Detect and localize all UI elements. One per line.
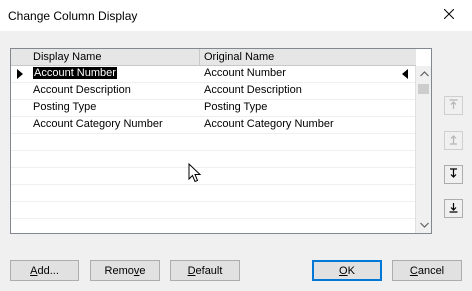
empty-row [11, 134, 416, 151]
ok-button-label-post: K [347, 264, 355, 277]
empty-row [11, 168, 416, 185]
empty-row [11, 151, 416, 168]
ok-button-mnemonic: O [339, 264, 348, 277]
move-up-icon [449, 134, 458, 148]
table-row[interactable]: Account Description Account Description [11, 83, 416, 100]
move-to-bottom-button[interactable] [444, 199, 463, 218]
move-down-button[interactable] [444, 165, 463, 184]
table-row[interactable]: Posting Type Posting Type [11, 100, 416, 117]
display-name-cell[interactable]: Account Category Number [33, 118, 163, 130]
empty-row [11, 202, 416, 219]
default-button-mnemonic: D [187, 264, 196, 277]
ok-button[interactable]: OK [312, 260, 382, 281]
scroll-up-button[interactable] [419, 69, 429, 79]
default-button[interactable]: Default [170, 260, 240, 281]
remove-button-label-post: e [139, 264, 146, 277]
column-grid[interactable]: Display Name Original Name Account Numbe… [10, 48, 432, 234]
remove-button-label-pre: Remo [104, 264, 134, 277]
add-button[interactable]: Add... [10, 260, 79, 281]
display-name-cell[interactable]: Account Description [33, 84, 131, 96]
add-button-mnemonic: A [30, 264, 38, 277]
cancel-button-label-post: ancel [417, 264, 445, 277]
original-name-cell: Account Category Number [204, 118, 334, 130]
scroll-thumb[interactable] [418, 84, 429, 94]
add-button-label-post: dd... [37, 264, 59, 277]
default-button-label-post: efault [195, 264, 223, 277]
empty-row [11, 219, 416, 233]
row-marker-icon [402, 69, 408, 79]
display-name-cell[interactable]: Posting Type [33, 101, 96, 113]
original-name-cell: Account Description [204, 84, 302, 96]
cancel-button-mnemonic: C [409, 264, 418, 277]
cancel-button[interactable]: Cancel [392, 260, 462, 281]
empty-row [11, 185, 416, 202]
move-to-bottom-icon [449, 202, 458, 216]
original-name-cell: Account Number [204, 67, 286, 79]
vertical-scrollbar[interactable] [415, 66, 431, 233]
column-divider[interactable] [199, 49, 200, 65]
remove-button[interactable]: Remo v e [90, 260, 160, 281]
column-header-original-name[interactable]: Original Name [204, 51, 274, 63]
table-row[interactable]: Account Number Account Number [11, 66, 416, 83]
close-button[interactable] [426, 0, 472, 31]
column-header-display-name[interactable]: Display Name [33, 51, 101, 63]
grid-rows: Account Number Account Number Account De… [11, 66, 416, 233]
close-icon [443, 8, 455, 22]
grid-header: Display Name Original Name [11, 49, 416, 66]
current-row-pointer-icon [17, 69, 23, 79]
mouse-cursor-icon [188, 162, 202, 183]
chevron-up-icon [419, 68, 429, 80]
move-up-button[interactable] [444, 131, 463, 150]
move-to-top-button[interactable] [444, 96, 463, 115]
original-name-cell: Posting Type [204, 101, 268, 113]
chevron-down-icon [419, 219, 429, 231]
move-down-icon [449, 167, 458, 182]
title-bar: Change Column Display [0, 0, 472, 31]
table-row[interactable]: Account Category Number Account Category… [11, 117, 416, 134]
move-to-top-icon [449, 98, 458, 113]
scroll-down-button[interactable] [419, 220, 429, 230]
display-name-cell[interactable]: Account Number [33, 67, 117, 79]
window-title: Change Column Display [8, 9, 138, 23]
